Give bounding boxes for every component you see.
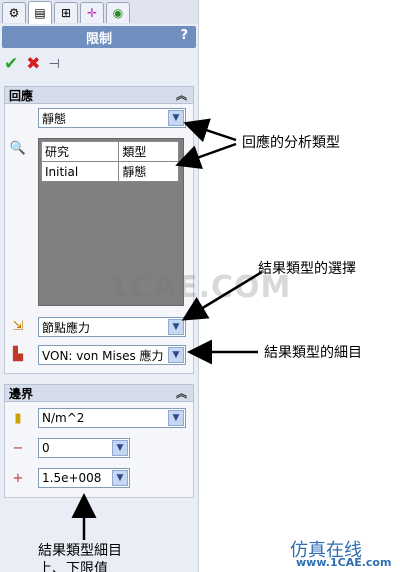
chevron-down-icon[interactable]: ▼ <box>112 440 128 456</box>
collapse-chevron-icon[interactable]: ︽ <box>176 385 187 401</box>
pin-button[interactable]: ⊣ <box>49 57 60 72</box>
result-component-value: VON: von Mises 應力 <box>42 348 164 363</box>
table-header-study: 研究 <box>40 141 120 162</box>
chevron-down-icon[interactable]: ▼ <box>112 470 128 486</box>
lower-bound-value: 0 <box>42 441 50 455</box>
response-section-title: 回應 <box>9 88 34 103</box>
table-header-row: 研究 類型 <box>40 141 179 162</box>
help-button[interactable]: ? <box>180 28 188 43</box>
ruler-icon: ▮ <box>14 410 22 426</box>
cancel-button[interactable]: ✖ <box>26 54 40 74</box>
table-row[interactable]: Initial 靜態 <box>40 161 179 182</box>
brand-url: www.1CAE.com <box>296 556 392 569</box>
chevron-down-icon[interactable]: ▼ <box>168 319 184 335</box>
property-manager-tab[interactable]: ▤ <box>28 1 52 24</box>
dimxpert-tab[interactable]: ✛ <box>80 2 104 23</box>
chevron-down-icon[interactable]: ▼ <box>168 410 184 426</box>
panel-title-bar: 限制 ? <box>2 26 196 48</box>
minus-icon: − <box>12 440 24 456</box>
result-type-icon: ⇲ <box>12 318 24 334</box>
annotation-bounds-line1: 結果類型細目 <box>38 543 122 559</box>
display-manager-icon: ◉ <box>112 6 124 20</box>
result-component-select[interactable]: VON: von Mises 應力 ▼ <box>38 345 186 365</box>
search-study-icon: 🔍 <box>9 140 27 156</box>
property-manager-icon: ▤ <box>34 6 46 20</box>
action-bar: ✔ ✖ ⊣ <box>4 54 60 74</box>
panel-title: 限制 <box>85 31 112 47</box>
annotation-analysis-type: 回應的分析類型 <box>242 135 340 151</box>
result-type-select[interactable]: 節點應力 ▼ <box>38 317 186 337</box>
analysis-type-value: 靜態 <box>42 111 67 126</box>
table-cell-study: Initial <box>40 161 120 182</box>
upper-bound-field[interactable]: 1.5e+008 ▼ <box>38 468 130 488</box>
upper-bound-value: 1.5e+008 <box>42 471 102 485</box>
display-manager-tab[interactable]: ◉ <box>106 2 130 23</box>
chevron-down-icon[interactable]: ▼ <box>168 347 184 363</box>
response-section-header[interactable]: 回應 ︽ <box>4 86 194 104</box>
feature-manager-icon: ⚙ <box>8 6 20 20</box>
feature-manager-tab[interactable]: ⚙ <box>2 2 26 23</box>
lower-bound-field[interactable]: 0 ▼ <box>38 438 130 458</box>
annotation-result-component: 結果類型的細目 <box>264 345 362 361</box>
units-value: N/m^2 <box>42 411 85 425</box>
annotation-result-type: 結果類型的選擇 <box>258 261 356 277</box>
collapse-chevron-icon[interactable]: ︽ <box>176 87 187 103</box>
configuration-manager-tab[interactable]: ⊞ <box>54 2 78 23</box>
annotation-bounds-line2: 上、下限值 <box>38 561 108 572</box>
units-select[interactable]: N/m^2 ▼ <box>38 408 186 428</box>
manager-tab-bar: ⚙ ▤ ⊞ ✛ ◉ <box>0 0 198 24</box>
analysis-type-select[interactable]: 靜態 ▼ <box>38 108 186 128</box>
study-table: 研究 類型 Initial 靜態 <box>40 141 179 182</box>
bounds-section-title: 邊界 <box>9 386 34 401</box>
table-header-type: 類型 <box>118 141 179 162</box>
result-type-value: 節點應力 <box>42 320 91 335</box>
table-cell-type: 靜態 <box>118 161 179 182</box>
bounds-section-header[interactable]: 邊界 ︽ <box>4 384 194 402</box>
ok-button[interactable]: ✔ <box>4 54 18 74</box>
configuration-manager-icon: ⊞ <box>60 6 72 20</box>
chevron-down-icon[interactable]: ▼ <box>168 110 184 126</box>
dimxpert-icon: ✛ <box>86 6 98 20</box>
result-component-icon: ▙ <box>13 346 23 362</box>
plus-icon: + <box>12 470 24 486</box>
